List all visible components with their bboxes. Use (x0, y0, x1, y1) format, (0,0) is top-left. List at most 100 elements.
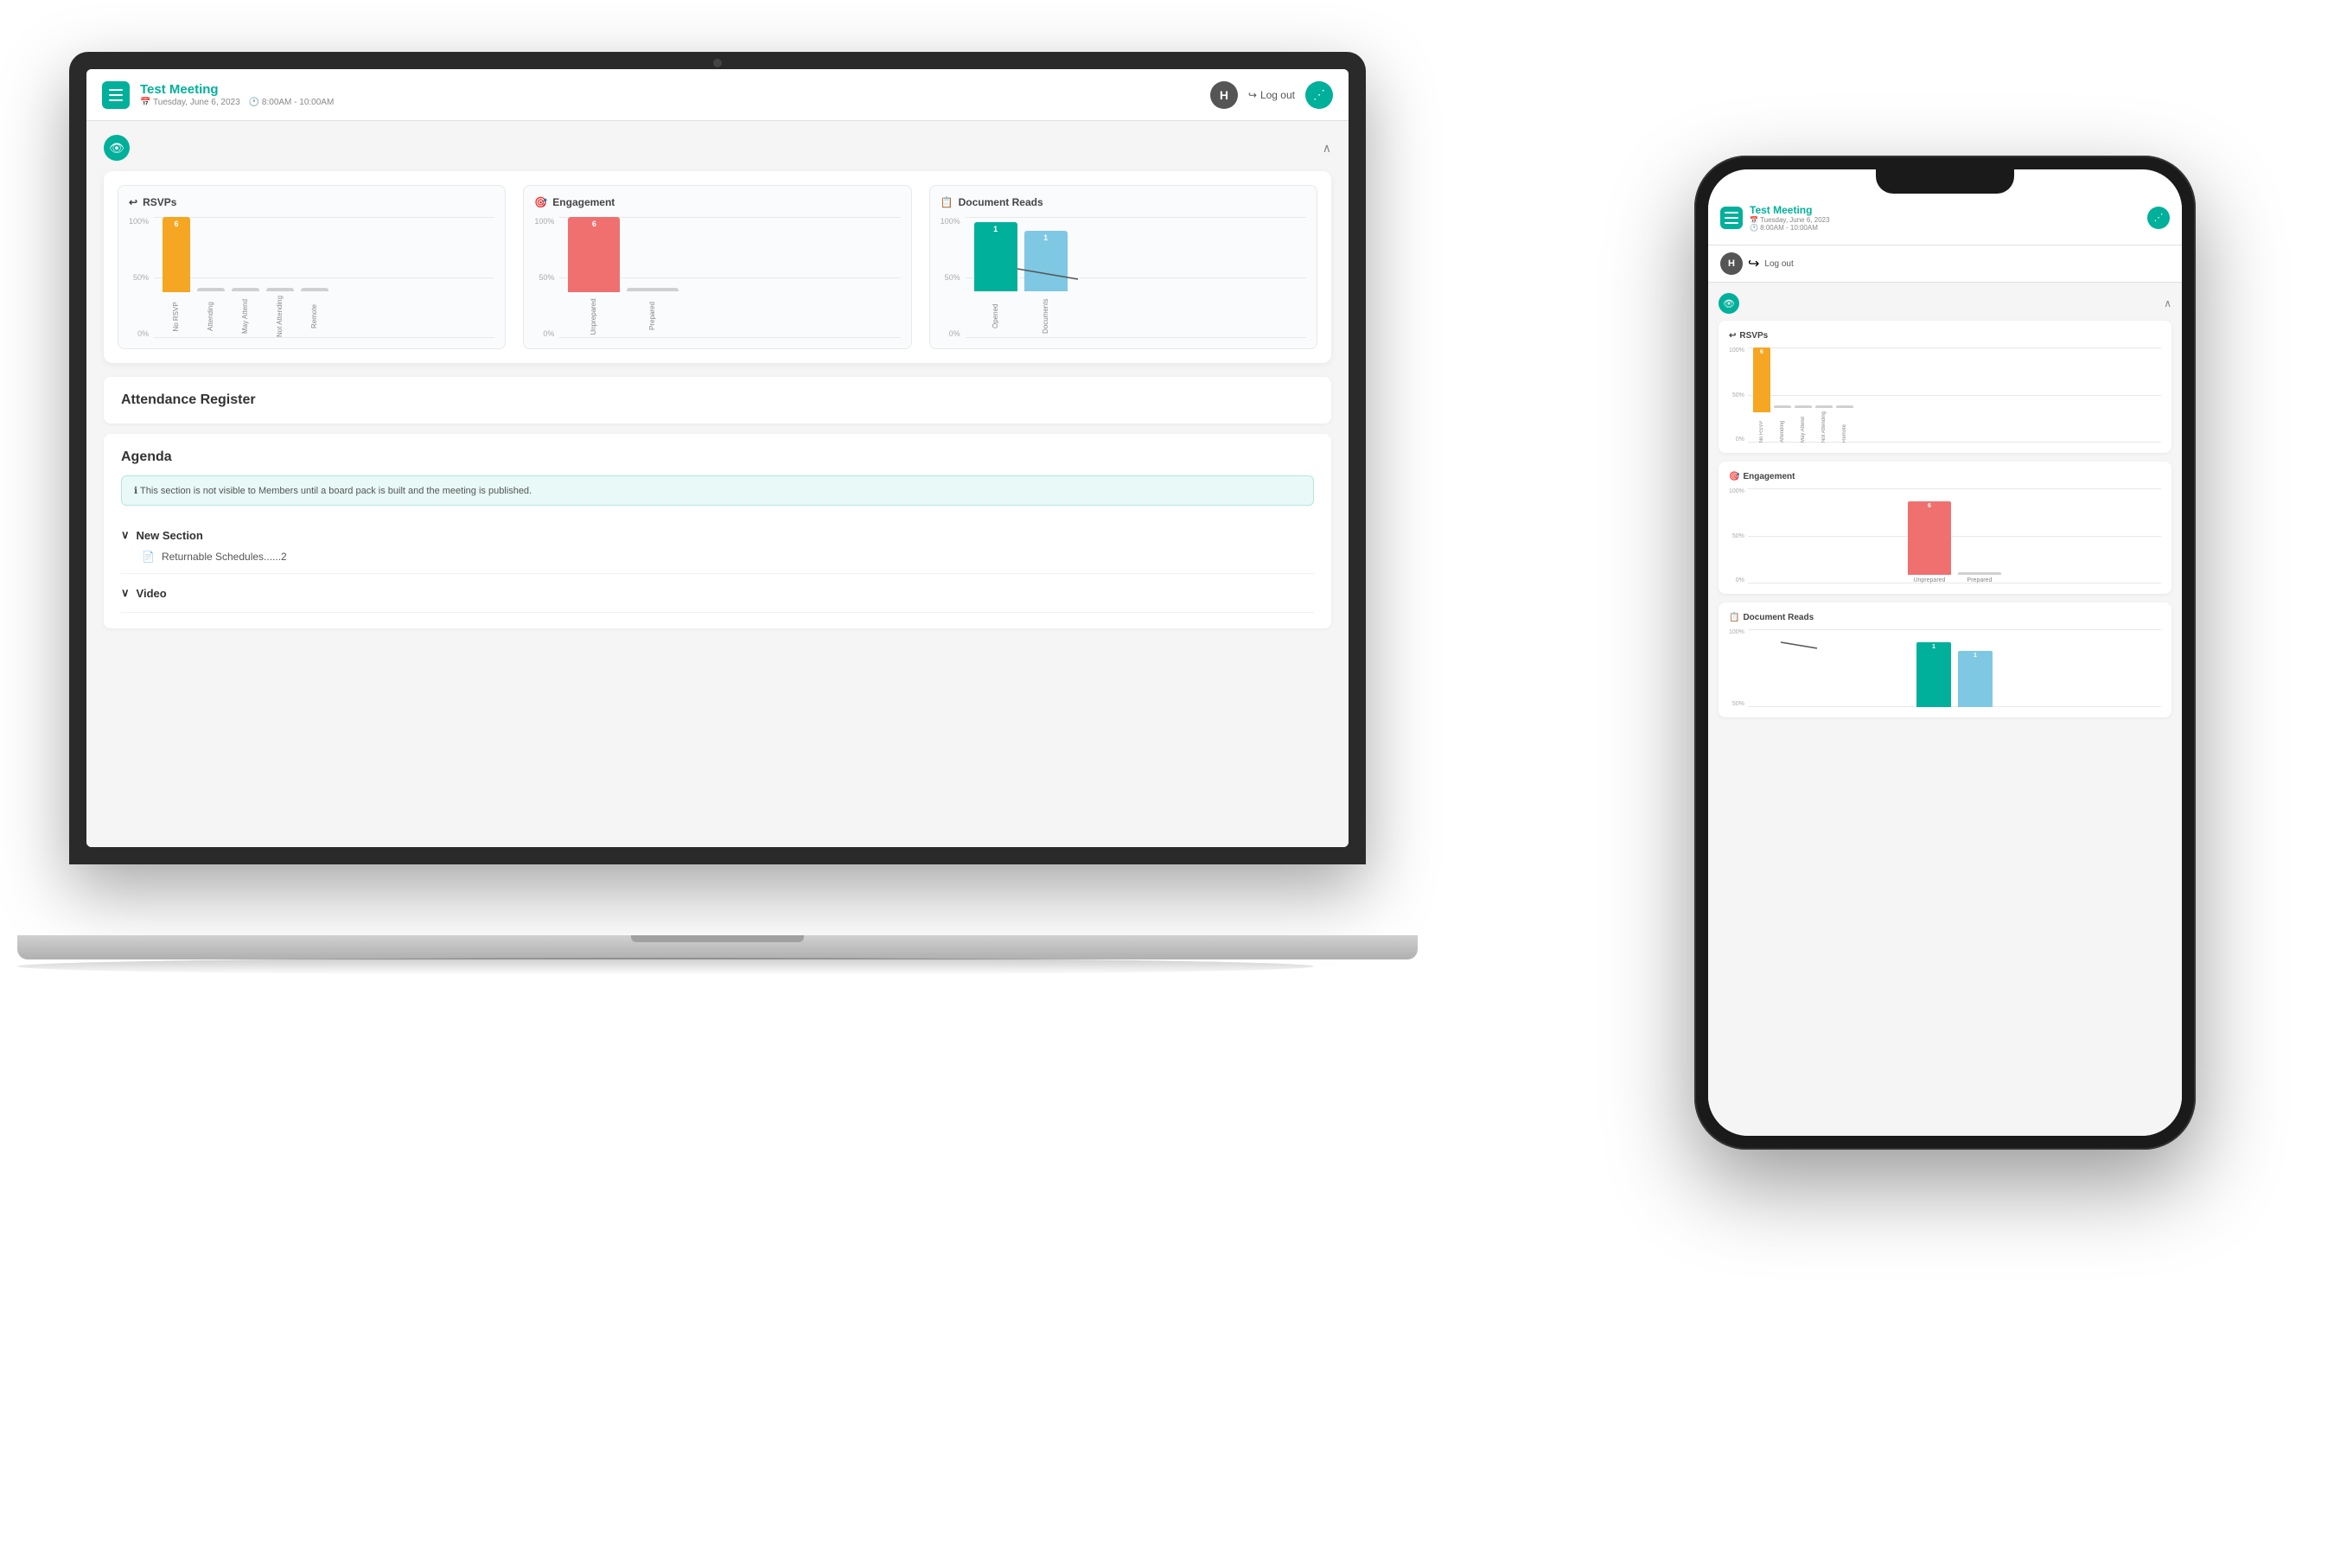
engagement-icon: 🎯 (534, 196, 547, 208)
mobile-doc-bars-area: 1 1 (1748, 629, 2161, 707)
mobile-bar-mayattend: May Attend (1795, 347, 1812, 443)
bar-opened: 1 (974, 222, 1017, 291)
share-icon: ⋰ (1313, 87, 1325, 102)
y-label: 100% (1729, 488, 1744, 494)
mobile-bar-norsvp: 6 No RSVP (1753, 347, 1770, 443)
logout-label: Log out (1260, 89, 1295, 101)
collapse-button[interactable]: ∧ (1323, 141, 1331, 156)
rsvp-chart: ↩ RSVPs 100% 50% 0% (118, 185, 506, 349)
bar (1795, 405, 1812, 408)
mobile-bar-notattending: Not Attending (1815, 347, 1833, 443)
mobile-app-content: 👁 ∧ ↩ RSVPs 100% (1708, 283, 2182, 1136)
mobile-hamburger[interactable] (1720, 207, 1743, 229)
doc-bars: 1 Opened 1 (966, 217, 1076, 338)
mobile-visibility-button[interactable]: 👁 (1719, 293, 1739, 314)
bar-label: Prepared (649, 295, 656, 338)
y-label: 0% (137, 329, 149, 338)
agenda-item-returnable[interactable]: 📄 Returnable Schedules......2 (121, 547, 1314, 566)
mobile-engagement-bars: 6 Unprepared Prepared (1748, 488, 2161, 583)
mobile-engagement-title: 🎯 Engagement (1729, 472, 2161, 481)
bar-value: 1 (1932, 644, 1935, 650)
agenda-section-header-video[interactable]: ∨ Video (121, 581, 1314, 605)
engagement-chart-area: 100% 50% 0% (534, 217, 900, 338)
mobile-frame: Test Meeting 📅 Tuesday, June 6, 2023 🕐 8… (1694, 156, 2196, 1150)
rsvp-y-labels: 100% 50% 0% (129, 217, 154, 338)
mobile-logout-row: H ↪ Log out (1708, 245, 2182, 283)
bar-label: Attending (207, 295, 214, 338)
attendance-card: Attendance Register (104, 377, 1331, 424)
bar-item-norsvp: 6 No RSVP (163, 217, 190, 338)
meeting-date: 📅 Tuesday, June 6, 2023 (140, 98, 240, 107)
bar-item-notattending: Not Attending (266, 217, 294, 338)
bar-value: 1 (993, 225, 998, 233)
bar-label: Remote (311, 295, 318, 338)
bar-item-unprepared: 6 Unprepared (568, 217, 620, 338)
doc-y-labels: 100% 50% 0% (941, 217, 966, 338)
bar-item-opened: 1 Opened (974, 217, 1017, 338)
rsvp-icon: ↩ (129, 196, 137, 208)
bar-label: Attending (1780, 410, 1785, 443)
rsvp-bars-area: 6 No RSVP Attending (154, 217, 494, 338)
mobile-meeting-time: 🕐 8:00AM - 10:00AM (1750, 224, 2140, 232)
stats-grid: ↩ RSVPs 100% 50% 0% (118, 185, 1317, 349)
bar-value: 6 (175, 220, 179, 228)
rsvp-chart-area: 100% 50% 0% (129, 217, 494, 338)
mobile-meeting-title: Test Meeting (1750, 204, 2140, 216)
doc-reads-title: 📋 Document Reads (941, 196, 1306, 208)
agenda-section-video: ∨ Video (121, 574, 1314, 613)
agenda-section-header-new[interactable]: ∨ New Section (121, 523, 1314, 547)
bar (1815, 405, 1833, 408)
y-label: 100% (129, 217, 149, 226)
doc-bars-area: 1 Opened 1 (966, 217, 1306, 338)
y-label: 50% (1732, 701, 1744, 707)
stats-section-header: 👁 ∧ (104, 135, 1331, 161)
y-label: 50% (1732, 533, 1744, 539)
bar-value: 6 (592, 220, 596, 228)
mobile-logout-arrow: ↪ (1748, 255, 1759, 272)
mobile-docreads-card: 📋 Document Reads 100% 50% (1719, 602, 2171, 717)
bar-attending (197, 288, 225, 291)
bar-label: No RSVP (1759, 414, 1764, 443)
mobile-rsvp-card: ↩ RSVPs 100% 50% 0% (1719, 321, 2171, 453)
logout-button[interactable]: ↪ Log out (1248, 89, 1295, 101)
agenda-title: Agenda (121, 449, 1314, 465)
hamburger-button[interactable] (102, 81, 130, 109)
y-label: 50% (1732, 392, 1744, 398)
mobile-engagement-bars-area: 6 Unprepared Prepared (1748, 488, 2161, 583)
y-label: 100% (941, 217, 960, 226)
hamburger-line (1725, 217, 1738, 219)
mobile-engagement-icon: 🎯 (1729, 472, 1739, 481)
y-label: 100% (1729, 629, 1744, 635)
bar-value: 6 (1760, 349, 1763, 355)
meeting-title: Test Meeting (140, 82, 334, 98)
bar-label: May Attend (1801, 410, 1806, 443)
doc-chart-area: 100% 50% 0% (941, 217, 1306, 338)
mobile-collapse-button[interactable]: ∧ (2164, 297, 2171, 309)
mobile-engagement-chart: 100% 50% 0% (1729, 488, 2161, 583)
mobile-doc-icon: 📋 (1729, 613, 1739, 622)
y-label: 0% (1736, 437, 1744, 443)
engagement-chart: 🎯 Engagement 100% 50% 0% (523, 185, 911, 349)
engagement-title: 🎯 Engagement (534, 196, 900, 208)
visibility-button[interactable]: 👁 (104, 135, 130, 161)
bar-remote (301, 288, 328, 291)
rsvp-title: ↩ RSVPs (129, 196, 494, 208)
app-content: 👁 ∧ ↩ RSVPs (86, 121, 1349, 847)
chevron-down-icon: ∨ (121, 528, 130, 542)
y-label: 100% (1729, 347, 1744, 354)
share-button[interactable]: ⋰ (1305, 81, 1333, 109)
bar-value: 1 (1043, 233, 1048, 242)
document-reads-chart: 📋 Document Reads 100% 50% 0% (929, 185, 1317, 349)
stats-card: ↩ RSVPs 100% 50% 0% (104, 171, 1331, 363)
agenda-section-new: ∨ New Section 📄 Returnable Schedules....… (121, 516, 1314, 574)
mobile-share-button[interactable]: ⋰ (2147, 207, 2170, 229)
eye-icon: 👁 (109, 141, 124, 156)
mobile-screen: Test Meeting 📅 Tuesday, June 6, 2023 🕐 8… (1708, 169, 2182, 1136)
rsvp-bars: 6 No RSVP Attending (154, 217, 337, 338)
laptop-base-shadow (17, 958, 1314, 975)
chevron-down-icon: ∨ (121, 586, 130, 600)
meeting-subtitle: 📅 Tuesday, June 6, 2023 🕐 8:00AM - 10:00… (140, 98, 334, 107)
mobile-rsvp-title: ↩ RSVPs (1729, 331, 2161, 341)
bar-notattending (266, 288, 294, 291)
bar: 6 (1908, 501, 1951, 575)
